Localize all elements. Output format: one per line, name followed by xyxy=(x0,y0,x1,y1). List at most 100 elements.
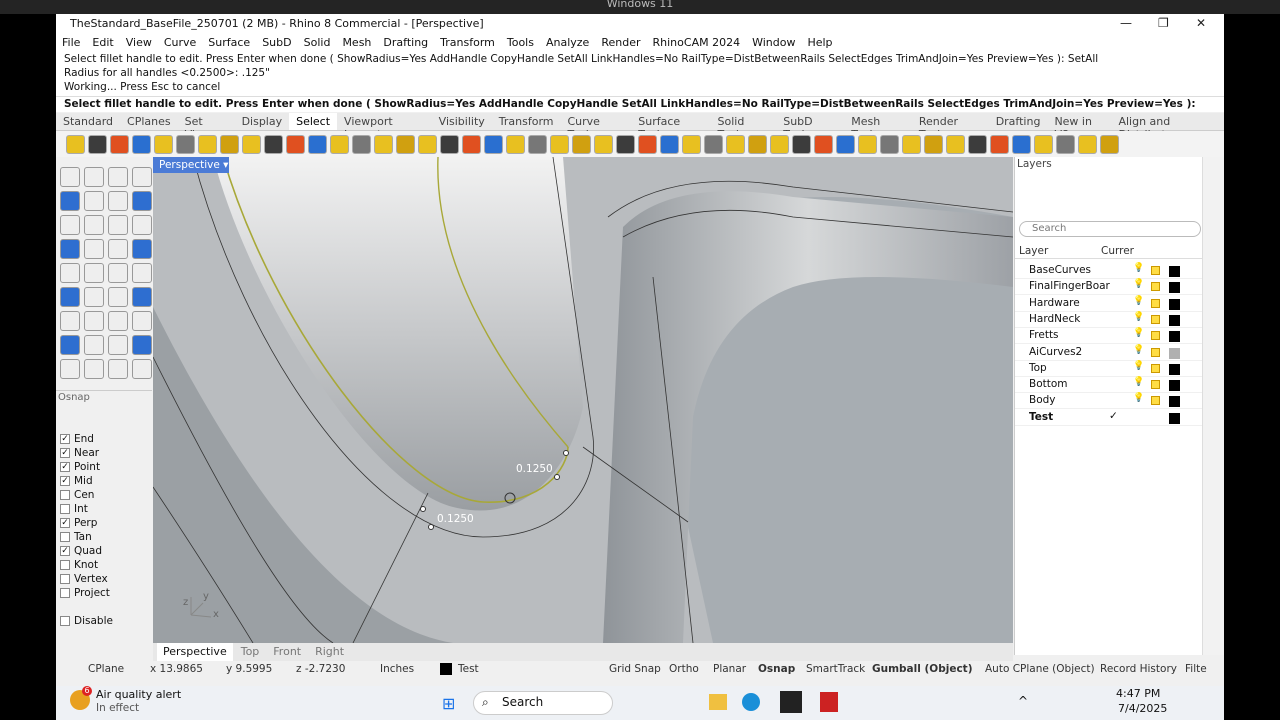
toolbar-tool-icon[interactable] xyxy=(572,134,591,154)
left-tool-icon[interactable] xyxy=(84,215,104,235)
toolbar-tool-icon[interactable] xyxy=(814,134,833,154)
osnap-checkbox[interactable] xyxy=(60,560,70,570)
tray-chevron-icon[interactable]: ^ xyxy=(1018,694,1028,708)
layer-row[interactable]: FinalFingerBoar 💡 xyxy=(1015,279,1203,296)
osnap-checkbox[interactable]: ✓ xyxy=(60,546,70,556)
layer-color-swatch[interactable] xyxy=(1169,347,1180,359)
toolbar-tool-icon[interactable] xyxy=(440,134,459,154)
osnap-checkbox[interactable]: ✓ xyxy=(60,476,70,486)
layer-row[interactable]: HardNeck 💡 xyxy=(1015,312,1203,328)
left-tool-icon[interactable] xyxy=(84,239,104,259)
left-tool-icon[interactable] xyxy=(132,191,152,211)
visibility-bulb-icon[interactable]: 💡 xyxy=(1133,312,1144,322)
status-units[interactable]: Inches xyxy=(380,663,414,675)
minimize-icon[interactable]: — xyxy=(1120,16,1132,30)
osnap-checkbox[interactable] xyxy=(60,532,70,542)
left-tool-icon[interactable] xyxy=(108,335,128,355)
left-tool-icon[interactable] xyxy=(132,287,152,307)
toolbar-tool-icon[interactable] xyxy=(1056,134,1075,154)
layer-row[interactable]: BaseCurves 💡 xyxy=(1015,263,1203,279)
osnap-point[interactable]: ✓ Point xyxy=(60,461,100,473)
visibility-bulb-icon[interactable]: 💡 xyxy=(1133,345,1144,355)
toolbar-tool-icon[interactable] xyxy=(836,134,855,154)
toolbar-tool-icon[interactable] xyxy=(88,134,107,154)
status-smarttrack[interactable]: SmartTrack xyxy=(806,663,865,675)
toolbar-tool-icon[interactable] xyxy=(374,134,393,154)
lock-icon[interactable] xyxy=(1151,396,1160,406)
menu-render[interactable]: Render xyxy=(595,34,646,52)
toolbar-tool-icon[interactable] xyxy=(1034,134,1053,154)
lock-icon[interactable] xyxy=(1151,266,1160,275)
status-planar[interactable]: Planar xyxy=(713,663,746,675)
tab-curve-tools[interactable]: Curve Tools xyxy=(561,113,632,141)
edge-icon[interactable] xyxy=(742,693,760,711)
tab-visibility[interactable]: Visibility xyxy=(432,113,492,130)
osnap-checkbox[interactable]: ✓ xyxy=(60,434,70,444)
left-tool-icon[interactable] xyxy=(108,215,128,235)
toolbar-tool-icon[interactable] xyxy=(506,134,525,154)
osnap-int[interactable]: Int xyxy=(60,503,88,515)
toolbar-tool-icon[interactable] xyxy=(264,134,283,154)
layer-color-swatch[interactable] xyxy=(1169,314,1180,326)
toolbar-tool-icon[interactable] xyxy=(924,134,943,154)
tab-set-view[interactable]: Set View xyxy=(178,113,235,141)
toolbar-tool-icon[interactable] xyxy=(748,134,767,154)
osnap-vertex[interactable]: Vertex xyxy=(60,573,108,585)
toolbar-tool-icon[interactable] xyxy=(396,134,415,154)
toolbar-tool-icon[interactable] xyxy=(682,134,701,154)
layer-row[interactable]: AiCurves2 💡 xyxy=(1015,345,1203,361)
menu-analyze[interactable]: Analyze xyxy=(540,34,595,52)
viewport-tab-right[interactable]: Right xyxy=(309,643,350,661)
layer-color-swatch[interactable] xyxy=(1169,380,1180,392)
left-tool-icon[interactable] xyxy=(132,167,152,187)
menu-subd[interactable]: SubD xyxy=(256,34,297,52)
layer-color-swatch[interactable] xyxy=(1169,298,1180,310)
lock-icon[interactable] xyxy=(1151,282,1160,292)
tab-align-and-distribute[interactable]: Align and Distribute xyxy=(1111,113,1224,141)
left-tool-icon[interactable] xyxy=(84,263,104,283)
left-tool-icon[interactable] xyxy=(108,167,128,187)
layer-color-swatch[interactable] xyxy=(1169,363,1180,375)
visibility-bulb-icon[interactable]: 💡 xyxy=(1133,377,1144,387)
left-tool-icon[interactable] xyxy=(108,311,128,331)
osnap-quad[interactable]: ✓ Quad xyxy=(60,545,102,557)
left-tool-icon[interactable] xyxy=(60,167,80,187)
toolbar-tool-icon[interactable] xyxy=(902,134,921,154)
layer-search-input[interactable]: Search xyxy=(1019,221,1201,237)
left-tool-icon[interactable] xyxy=(108,191,128,211)
left-tool-icon[interactable] xyxy=(84,287,104,307)
osnap-end[interactable]: ✓ End xyxy=(60,433,94,445)
status-filter[interactable]: Filte xyxy=(1185,663,1207,675)
left-tool-icon[interactable] xyxy=(84,167,104,187)
layer-row[interactable]: Top 💡 xyxy=(1015,361,1203,377)
lock-icon[interactable] xyxy=(1151,331,1160,341)
toolbar-tool-icon[interactable] xyxy=(418,134,437,154)
visibility-bulb-icon[interactable]: 💡 xyxy=(1133,296,1144,306)
perspective-viewport[interactable]: 0.1250 0.1250 y z x xyxy=(153,157,1013,643)
toolbar-tool-icon[interactable] xyxy=(660,134,679,154)
viewport-title-tab[interactable]: Perspective ▾ xyxy=(153,157,229,173)
viewport-tab-front[interactable]: Front xyxy=(267,643,307,661)
osnap-disable[interactable]: Disable xyxy=(60,615,113,627)
tab-render-tools[interactable]: Render Tools xyxy=(912,113,989,141)
toolbar-tool-icon[interactable] xyxy=(286,134,305,154)
status-grid-snap[interactable]: Grid Snap xyxy=(609,663,661,675)
left-tool-icon[interactable] xyxy=(108,287,128,307)
left-tool-icon[interactable] xyxy=(84,359,104,379)
layer-color-swatch[interactable] xyxy=(1169,412,1180,424)
osnap-project[interactable]: Project xyxy=(60,587,110,599)
tab-viewport-layout[interactable]: Viewport Layout xyxy=(337,113,432,141)
menu-tools[interactable]: Tools xyxy=(501,34,540,52)
menu-mesh[interactable]: Mesh xyxy=(336,34,377,52)
viewport-tab-top[interactable]: Top xyxy=(235,643,266,661)
tab-select[interactable]: Select xyxy=(289,113,338,130)
left-tool-icon[interactable] xyxy=(60,311,80,331)
osnap-perp[interactable]: ✓ Perp xyxy=(60,517,97,529)
left-tool-icon[interactable] xyxy=(60,215,80,235)
layer-row[interactable]: Bottom 💡 xyxy=(1015,377,1203,394)
toolbar-tool-icon[interactable] xyxy=(66,134,85,154)
close-icon[interactable]: ✕ xyxy=(1196,16,1206,30)
left-tool-icon[interactable] xyxy=(60,335,80,355)
layer-color-swatch[interactable] xyxy=(1169,282,1180,294)
visibility-bulb-icon[interactable]: 💡 xyxy=(1133,361,1144,371)
